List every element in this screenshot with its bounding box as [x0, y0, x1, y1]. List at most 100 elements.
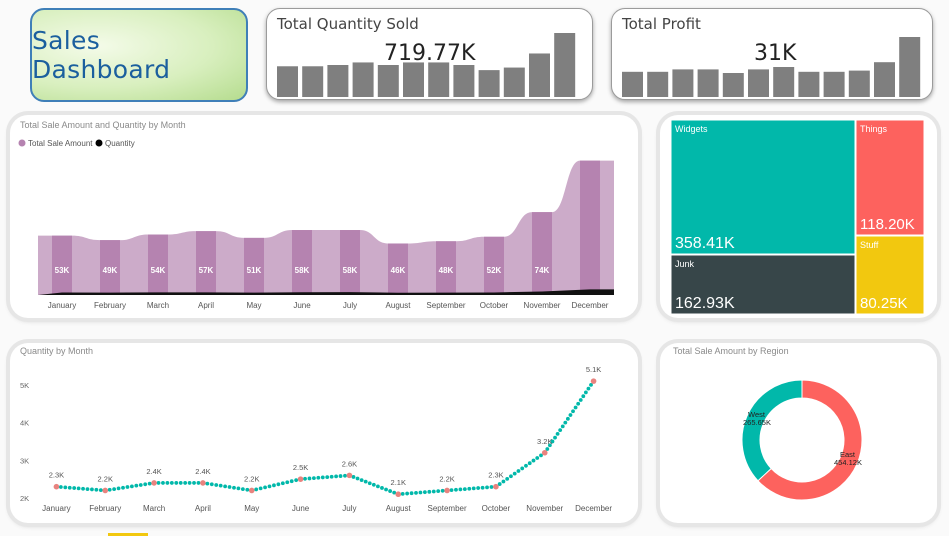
kpi-card-quantity[interactable]: Total Quantity Sold 719.77K — [266, 8, 593, 100]
line-segment-dot — [418, 490, 423, 495]
kpi-quantity-sparkbars — [277, 33, 576, 97]
line-segment-dot — [520, 466, 525, 471]
combo-chart: Total Sale Amount Quantity 53K January 49K Fe… — [18, 139, 614, 310]
line-segment-dot — [147, 481, 152, 486]
kpi-spark-bar — [554, 33, 576, 97]
treemap-tile-value: 358.41K — [675, 235, 735, 252]
kpi-spark-bar — [647, 71, 669, 97]
line-segment-dot — [343, 473, 347, 478]
line-segment-dot — [232, 485, 236, 490]
line-segment-dot — [568, 413, 573, 417]
line-segment-dot — [267, 484, 272, 489]
sales-amount-bar — [148, 234, 168, 295]
kpi-profit-sparkbars — [622, 37, 921, 97]
x-tick-label: July — [343, 301, 357, 310]
line-data-point — [541, 449, 548, 456]
line-segment-dot — [509, 474, 513, 479]
x-tick-label: December — [572, 301, 609, 310]
line-segment-dot — [535, 456, 540, 460]
line-segment-dot — [227, 485, 232, 489]
line-segment-dot — [355, 476, 360, 481]
y-tick-label: 5K — [20, 381, 29, 390]
kpi-spark-bar — [798, 71, 820, 97]
line-segment-dot — [134, 483, 139, 488]
treemap-panel[interactable]: Widgets 358.41K Things 118.20K Junk 162.93K St… — [660, 115, 937, 318]
treemap-tile-value: 80.25K — [860, 295, 908, 312]
line-data-point — [297, 476, 304, 482]
kpi-spark-bar — [503, 67, 525, 97]
kpi-spark-bar — [899, 37, 921, 97]
line-data-label: 2.3K — [49, 471, 64, 480]
x-tick-label: October — [480, 301, 509, 310]
dashboard-root: Sales Dashboard Total Quantity Sold 719.… — [0, 0, 949, 536]
kpi-spark-bar — [773, 67, 795, 97]
y-tick-label: 3K — [20, 456, 29, 465]
line-segment-dot — [192, 481, 196, 485]
y-tick-label: 4K — [20, 419, 29, 428]
x-tick-label: May — [244, 504, 259, 513]
line-segment-dot — [400, 491, 405, 496]
line-data-point — [493, 483, 499, 490]
x-tick-label: June — [293, 301, 311, 310]
line-segment-dot — [380, 486, 384, 490]
line-data-label: 2.2K — [244, 474, 259, 483]
y-tick-label: 2K — [20, 494, 29, 503]
line-data-label: 2.6K — [342, 459, 357, 468]
donut-chart-panel[interactable]: Total Sale Amount by Region West 265.65K E… — [660, 343, 937, 523]
x-tick-label: November — [526, 504, 563, 513]
sales-amount-bar — [532, 212, 552, 295]
line-data-label: 2.2K — [439, 474, 454, 483]
line-segment-dot — [280, 481, 285, 486]
line-segment-dot — [467, 486, 472, 491]
line-segment-dot — [531, 458, 536, 463]
line-segment-dot — [236, 486, 241, 491]
line-segment-dot — [436, 489, 441, 494]
line-segment-dot — [209, 482, 214, 487]
x-tick-label: December — [575, 504, 612, 513]
line-segment-dot — [359, 478, 364, 482]
line-segment-dot — [72, 486, 77, 490]
kpi-spark-bar — [697, 69, 719, 97]
line-segment-dot — [571, 409, 575, 414]
line-segment-dot — [294, 478, 299, 483]
line-segment-dot — [161, 481, 165, 485]
kpi-spark-bar — [874, 62, 895, 97]
x-tick-label: June — [292, 504, 310, 513]
x-tick-label: January — [42, 504, 70, 513]
line-data-point — [151, 480, 157, 486]
x-tick-label: April — [198, 301, 214, 310]
line-segment-dot — [58, 485, 63, 489]
kpi-spark-bar — [823, 71, 845, 97]
line-segment-dot — [107, 487, 112, 492]
line-chart-panel[interactable]: Quantity by Month 5K 4K 3K 2K 2.3K January 2.2… — [10, 343, 638, 523]
line-segment-dot — [384, 487, 388, 492]
line-segment-dot — [218, 483, 223, 488]
treemap-tile-name: Widgets — [675, 124, 708, 134]
line-segment-dot — [338, 474, 343, 478]
treemap-chart: Widgets 358.41K Things 118.20K Junk 162.93K St… — [670, 119, 925, 315]
line-segment-dot — [325, 475, 330, 479]
x-tick-label: February — [94, 301, 126, 310]
kpi-spark-bar — [622, 71, 643, 97]
line-segment-dot — [454, 487, 458, 492]
line-segment-dot — [458, 487, 463, 492]
dashboard-title: Sales Dashboard — [32, 26, 171, 84]
combo-chart-panel[interactable]: Total Sale Amount and Quantity by Month … — [10, 115, 638, 318]
line-segment-dot — [169, 481, 174, 485]
kpi-card-profit[interactable]: Total Profit 31K — [611, 8, 933, 100]
sales-amount-bar — [292, 230, 312, 295]
kpi-spark-bar — [478, 70, 500, 97]
line-segment-dot — [156, 481, 161, 485]
line-segment-dot — [307, 476, 312, 481]
line-data-point — [444, 487, 450, 494]
legend-label: Quantity — [105, 139, 135, 148]
line-data-label: 2.3K — [488, 471, 503, 480]
line-data-label: 2.1K — [391, 478, 406, 487]
donut-label-value: 454.12K — [834, 458, 862, 467]
line-segment-dot — [121, 485, 125, 490]
line-segment-dot — [165, 481, 170, 485]
line-segment-dot — [285, 480, 290, 485]
line-data-label: 2.4K — [146, 467, 161, 476]
line-segment-dot — [431, 489, 436, 494]
line-segment-dot — [129, 484, 134, 489]
